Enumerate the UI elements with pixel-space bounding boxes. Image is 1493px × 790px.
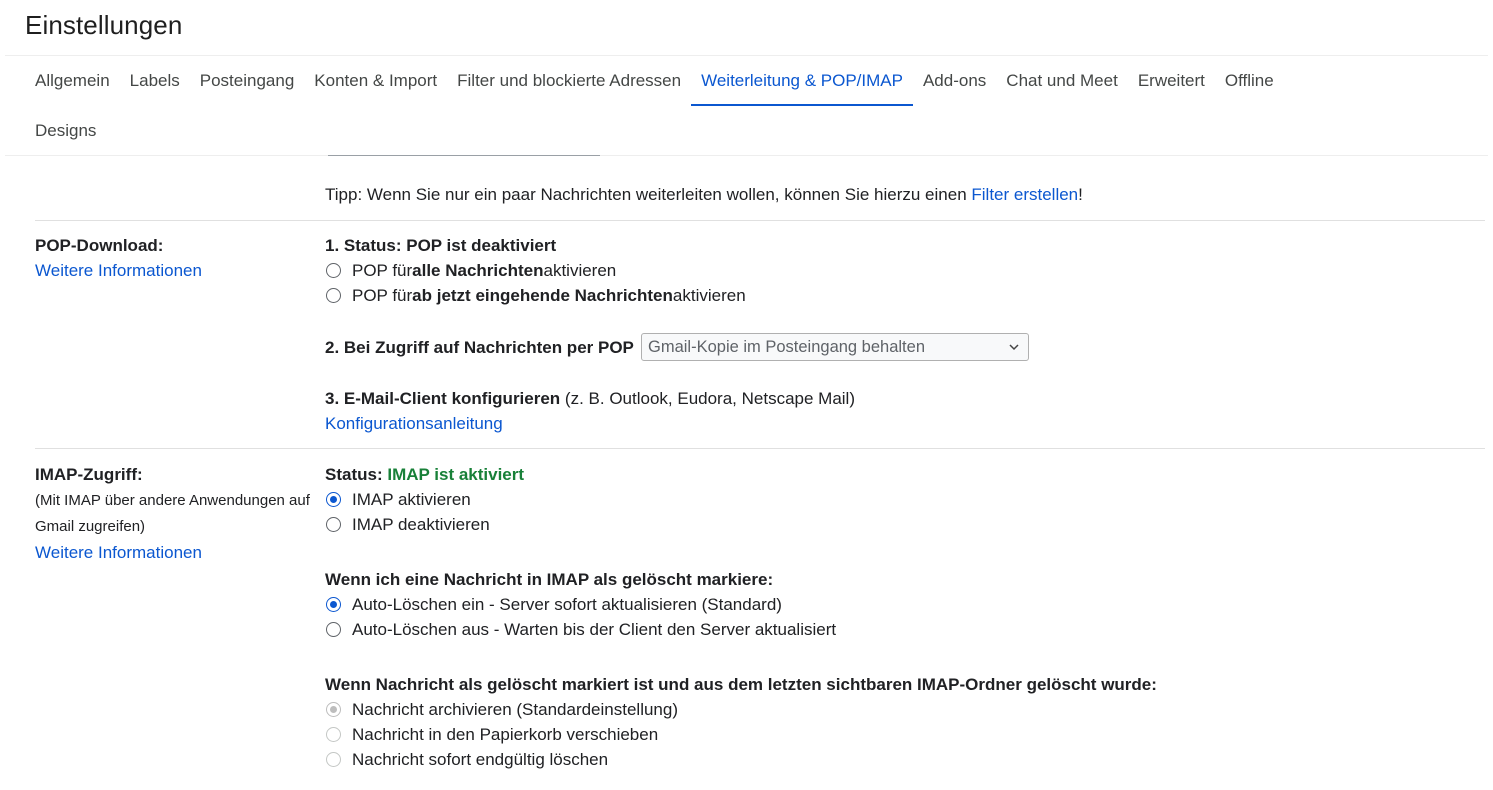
imap-expunged-heading: Wenn Nachricht als gelöscht markiert ist… <box>325 675 1157 694</box>
pop-enable-all-pre: POP für <box>352 261 413 280</box>
imap-disable-option[interactable]: IMAP deaktivieren <box>325 512 490 537</box>
tab-inbox[interactable]: Posteingang <box>190 56 305 106</box>
pop-access-label: 2. Bei Zugriff auf Nachrichten per POP <box>325 338 634 357</box>
autoexpunge-off-label: Auto-Löschen aus - Warten bis der Client… <box>352 620 837 639</box>
pop-client-config: 3. E-Mail-Client konfigurieren (z. B. Ou… <box>325 386 855 411</box>
tab-accounts-import[interactable]: Konten & Import <box>304 56 447 106</box>
imap-description-line2: Gmail zugreifen) <box>35 518 146 535</box>
tab-themes[interactable]: Designs <box>25 106 106 156</box>
pop-client-config-bold: 3. E-Mail-Client konfigurieren <box>325 389 561 408</box>
tab-offline[interactable]: Offline <box>1215 56 1284 106</box>
forwarding-tip: Tipp: Wenn Sie nur ein paar Nachrichten … <box>325 182 1083 207</box>
autoexpunge-off-radio[interactable] <box>326 622 341 637</box>
pop-enable-new-post: aktivieren <box>672 286 746 305</box>
chevron-down-icon <box>1008 334 1020 369</box>
imap-status-value: IMAP ist aktiviert <box>387 465 525 484</box>
imap-deleted-heading: Wenn ich eine Nachricht in IMAP als gelö… <box>325 570 774 589</box>
pop-enable-new-bold: ab jetzt eingehende Nachrichten <box>412 286 673 305</box>
imap-section-label: IMAP-Zugriff: <box>35 465 143 484</box>
imap-status: Status: IMAP ist aktiviert <box>325 462 524 487</box>
settings-tabs: Allgemein Labels Posteingang Konten & Im… <box>25 56 1485 156</box>
pop-access-select-value: Gmail-Kopie im Posteingang behalten <box>648 338 925 356</box>
expunge-trash-radio[interactable] <box>326 727 341 742</box>
autoexpunge-on-radio[interactable] <box>326 597 341 612</box>
expunge-delete-forever-label: Nachricht sofort endgültig löschen <box>352 750 609 769</box>
imap-enable-option[interactable]: IMAP aktivieren <box>325 487 471 512</box>
tabs-divider <box>5 155 1488 156</box>
imap-more-info-link[interactable]: Weitere Informationen <box>35 540 202 565</box>
imap-status-label: Status: <box>325 465 388 484</box>
autoexpunge-on-label: Auto-Löschen ein - Server sofort aktuali… <box>352 595 782 614</box>
expunge-archive-radio[interactable] <box>326 702 341 717</box>
forwarding-tip-text: Tipp: Wenn Sie nur ein paar Nachrichten … <box>325 185 972 204</box>
tab-row-1: Allgemein Labels Posteingang Konten & Im… <box>25 56 1485 106</box>
imap-description-line1: (Mit IMAP über andere Anwendungen auf <box>35 492 310 509</box>
imap-enable-label: IMAP aktivieren <box>352 490 471 509</box>
tab-addons[interactable]: Add-ons <box>913 56 996 106</box>
tab-general[interactable]: Allgemein <box>25 56 120 106</box>
imap-disable-label: IMAP deaktivieren <box>352 515 490 534</box>
tab-advanced[interactable]: Erweitert <box>1128 56 1215 106</box>
expunge-delete-forever-radio[interactable] <box>326 752 341 767</box>
pop-enable-all-option[interactable]: POP für alle Nachrichten aktivieren <box>325 258 616 283</box>
tab-chat-meet[interactable]: Chat und Meet <box>996 56 1128 106</box>
tab-labels[interactable]: Labels <box>120 56 190 106</box>
forwarding-tip-suffix: ! <box>1078 185 1083 204</box>
expunge-archive-label: Nachricht archivieren (Standardeinstellu… <box>352 700 678 719</box>
pop-status: 1. Status: POP ist deaktiviert <box>325 236 557 255</box>
tab-row-2: Designs <box>25 106 1485 156</box>
expunge-delete-forever-option[interactable]: Nachricht sofort endgültig löschen <box>325 747 608 772</box>
config-instructions-link[interactable]: Konfigurationsanleitung <box>325 411 503 436</box>
pop-more-info-link[interactable]: Weitere Informationen <box>35 258 202 283</box>
pop-enable-all-post: aktivieren <box>543 261 617 280</box>
create-filter-link[interactable]: Filter erstellen <box>971 185 1078 204</box>
pop-access-select[interactable]: Gmail-Kopie im Posteingang behalten <box>641 333 1029 361</box>
page-title: Einstellungen <box>25 10 183 40</box>
imap-enable-radio[interactable] <box>326 492 341 507</box>
expunge-archive-option[interactable]: Nachricht archivieren (Standardeinstellu… <box>325 697 678 722</box>
expunge-trash-option[interactable]: Nachricht in den Papierkorb verschieben <box>325 722 658 747</box>
pop-enable-new-pre: POP für <box>352 286 413 305</box>
pop-enable-new-option[interactable]: POP für ab jetzt eingehende Nachrichten … <box>325 283 746 308</box>
pop-client-config-rest: (z. B. Outlook, Eudora, Netscape Mail) <box>560 389 855 408</box>
pop-enable-all-radio[interactable] <box>326 263 341 278</box>
imap-disable-radio[interactable] <box>326 517 341 532</box>
pop-enable-all-bold: alle Nachrichten <box>412 261 544 280</box>
pop-section-label: POP-Download: <box>35 236 164 255</box>
expunge-trash-label: Nachricht in den Papierkorb verschieben <box>352 725 659 744</box>
settings-page: Einstellungen Allgemein Labels Posteinga… <box>0 0 1493 790</box>
autoexpunge-on-option[interactable]: Auto-Löschen ein - Server sofort aktuali… <box>325 592 782 617</box>
section-divider <box>35 220 1485 221</box>
forwarding-select-edge <box>328 155 600 156</box>
autoexpunge-off-option[interactable]: Auto-Löschen aus - Warten bis der Client… <box>325 617 836 642</box>
pop-enable-new-radio[interactable] <box>326 288 341 303</box>
tab-forwarding-pop-imap[interactable]: Weiterleitung & POP/IMAP <box>691 56 913 106</box>
section-divider <box>35 448 1485 449</box>
tab-filters[interactable]: Filter und blockierte Adressen <box>447 56 691 106</box>
